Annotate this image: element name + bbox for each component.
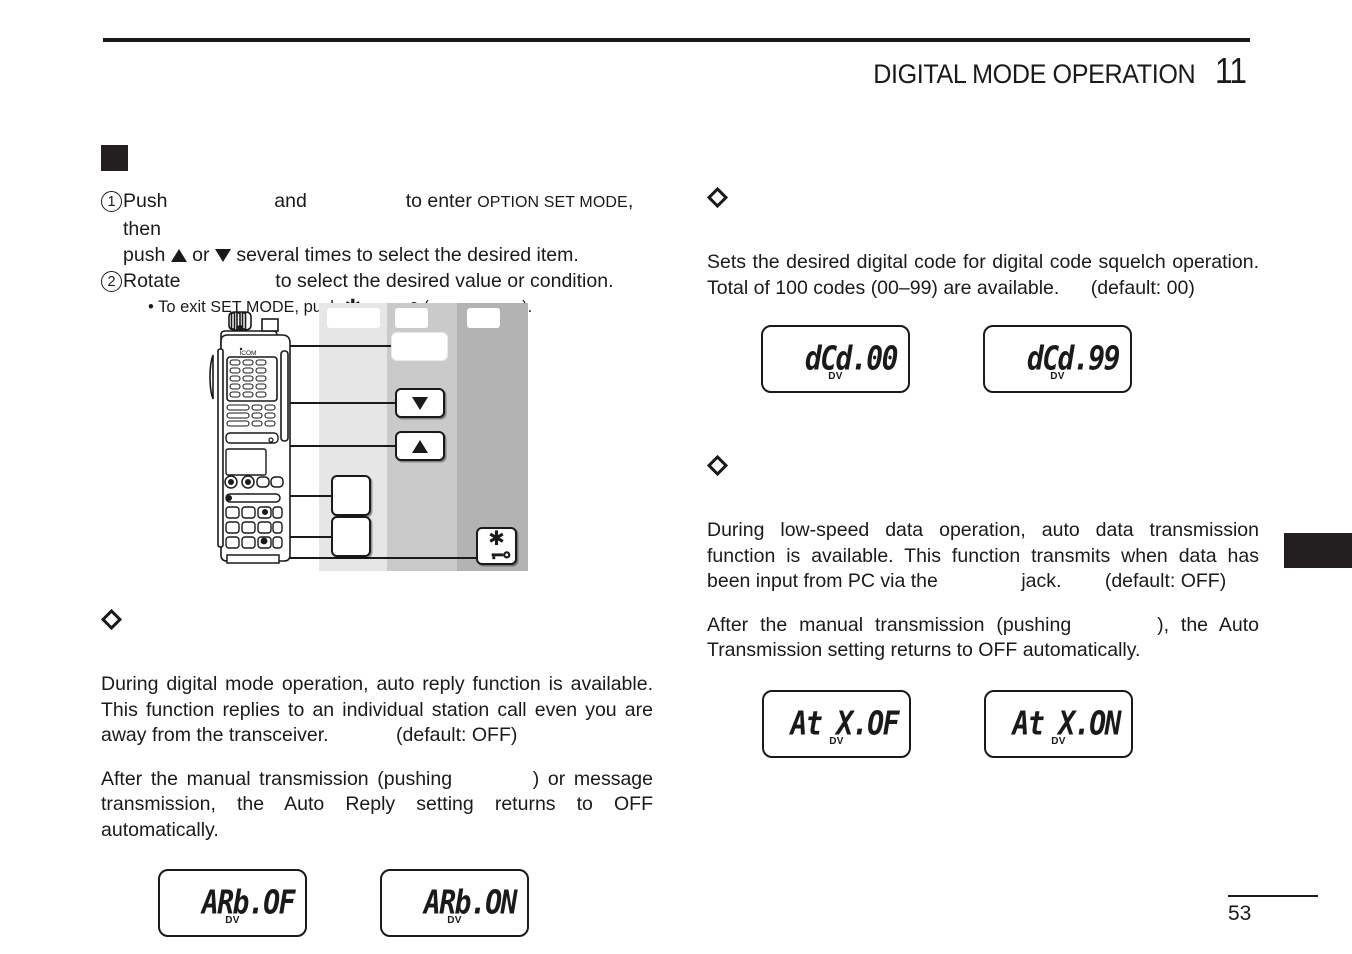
header-rule (103, 38, 1250, 42)
up-callout[interactable] (395, 431, 445, 461)
lcd-value: dCd.00 (804, 339, 899, 378)
folio-rule (1228, 895, 1318, 897)
digital-code-section: Sets the desired digital code for digita… (706, 186, 1259, 393)
transceiver-callout-diagram: ICOM ✱ (203, 303, 528, 571)
key-icon (491, 549, 511, 559)
chapter-edge-tab (1284, 533, 1352, 568)
up-arrow-icon (170, 249, 187, 262)
step-1-mode-name: OPTION SET MODE (477, 194, 628, 211)
subsection-diamond-icon (706, 454, 729, 477)
lcd-display: dCd.00 DV (761, 325, 910, 393)
svg-text:ICOM: ICOM (240, 350, 257, 357)
digital-code-displays: dCd.00 DV dCd.99 DV (761, 325, 1259, 393)
subsection-diamond-icon (706, 186, 729, 209)
lcd-mode-label: DV (447, 915, 462, 926)
auto-reply-para-1-text: During digital mode operation, auto repl… (101, 673, 653, 746)
page-title: DIGITAL MODE OPERATION (873, 59, 1196, 89)
left-column: 1 Push and to enter OPTION SET MODE, the… (101, 145, 653, 320)
lcd-display: At X.OF DV (762, 689, 911, 758)
step-1: 1 Push and to enter OPTION SET MODE, the… (101, 188, 653, 268)
lcd-mode-label: DV (829, 735, 844, 747)
auto-tx-heading (707, 489, 1259, 504)
procedure-steps: 1 Push and to enter OPTION SET MODE, the… (101, 188, 653, 320)
auto-reply-para-2-a: After the manual transmission (pushing (101, 767, 453, 790)
auto-tx-displays: At X.OF DV At X.ON DV (762, 689, 1259, 758)
handheld-transceiver-illustration: ICOM (209, 311, 291, 564)
lcd-mode-label: DV (1051, 735, 1066, 747)
star-lock-callout[interactable]: ✱ (476, 527, 517, 565)
lcd-display: ARb.OF DV (158, 869, 307, 937)
lcd-display: dCd.99 DV (983, 325, 1132, 393)
step-1-push-label: Push (123, 190, 168, 212)
lcd-value: ARb.ON (423, 883, 518, 922)
dial-callout[interactable] (391, 332, 448, 361)
subsection-diamond-icon (100, 608, 123, 631)
digital-code-default: (default: 00) (1090, 276, 1195, 299)
step-1-to-enter: to enter (405, 190, 472, 212)
lcd-mode-label: DV (1050, 371, 1065, 382)
auto-tx-default: (default: OFF) (1104, 570, 1227, 592)
down-arrow-icon (412, 396, 428, 410)
auto-reply-displays: ARb.OF DV ARb.ON DV (158, 869, 653, 937)
auto-tx-paragraph-2: After the manual transmission (pushing )… (707, 613, 1259, 664)
step-1-and: and (274, 190, 307, 212)
step-1-number: 1 (101, 191, 122, 212)
diagram-tab-c (467, 308, 500, 328)
step-1-tail: several times to select the desired item… (236, 244, 579, 266)
digital-code-heading (707, 221, 1259, 236)
auto-reply-paragraph-1: During digital mode operation, auto repl… (101, 672, 653, 749)
lcd-mode-label: DV (225, 915, 240, 926)
auto-tx-para-2-a: After the manual transmission (pushing (707, 613, 1072, 636)
diagram-tab-a (327, 308, 380, 328)
auto-reply-default: (default: OFF) (396, 724, 518, 746)
step-2-note-pre: • To exit (148, 298, 206, 316)
down-callout[interactable] (395, 388, 445, 418)
chapter-number: 11 (1214, 50, 1247, 91)
digital-code-paragraph: Sets the desired digital code for digita… (707, 250, 1259, 301)
step-1-push-2: push (123, 244, 166, 266)
down-arrow-icon (214, 249, 231, 262)
lcd-value: dCd.99 (1026, 339, 1121, 378)
asterisk-icon: ✱ (488, 527, 505, 550)
step-2-number: 2 (101, 271, 122, 292)
diagram-tab-b (395, 308, 428, 328)
page-number: 53 (1228, 902, 1252, 925)
step-1-body: Push and to enter OPTION SET MODE, then … (123, 188, 653, 268)
step-2-rotate-label: Rotate (123, 270, 181, 292)
auto-tx-paragraph-1: During low-speed data operation, auto da… (707, 518, 1259, 595)
up-arrow-icon (412, 439, 428, 453)
auto-transmission-section: During low-speed data operation, auto da… (706, 454, 1259, 758)
lcd-mode-label: DV (828, 371, 843, 382)
auto-reply-section: During digital mode operation, auto repl… (100, 608, 653, 937)
function-callout[interactable] (331, 516, 371, 557)
lcd-value: ARb.OF (201, 883, 296, 922)
auto-reply-paragraph-2: After the manual transmission (pushing )… (101, 767, 653, 844)
step-1-or: or (192, 244, 210, 266)
section-marker-icon (101, 145, 128, 171)
auto-reply-heading (101, 643, 653, 658)
lcd-display: ARb.ON DV (380, 869, 529, 937)
right-column: Sets the desired digital code for digita… (706, 145, 1259, 758)
lcd-display: At X.ON DV (984, 689, 1133, 758)
page-header: DIGITAL MODE OPERATION 11 (103, 50, 1250, 98)
mode-callout[interactable] (331, 475, 371, 516)
step-2-tail: to select the desired value or condition… (275, 270, 614, 292)
page-folio: 53 (1228, 895, 1318, 926)
auto-tx-para-1-b: jack. (1021, 570, 1062, 592)
